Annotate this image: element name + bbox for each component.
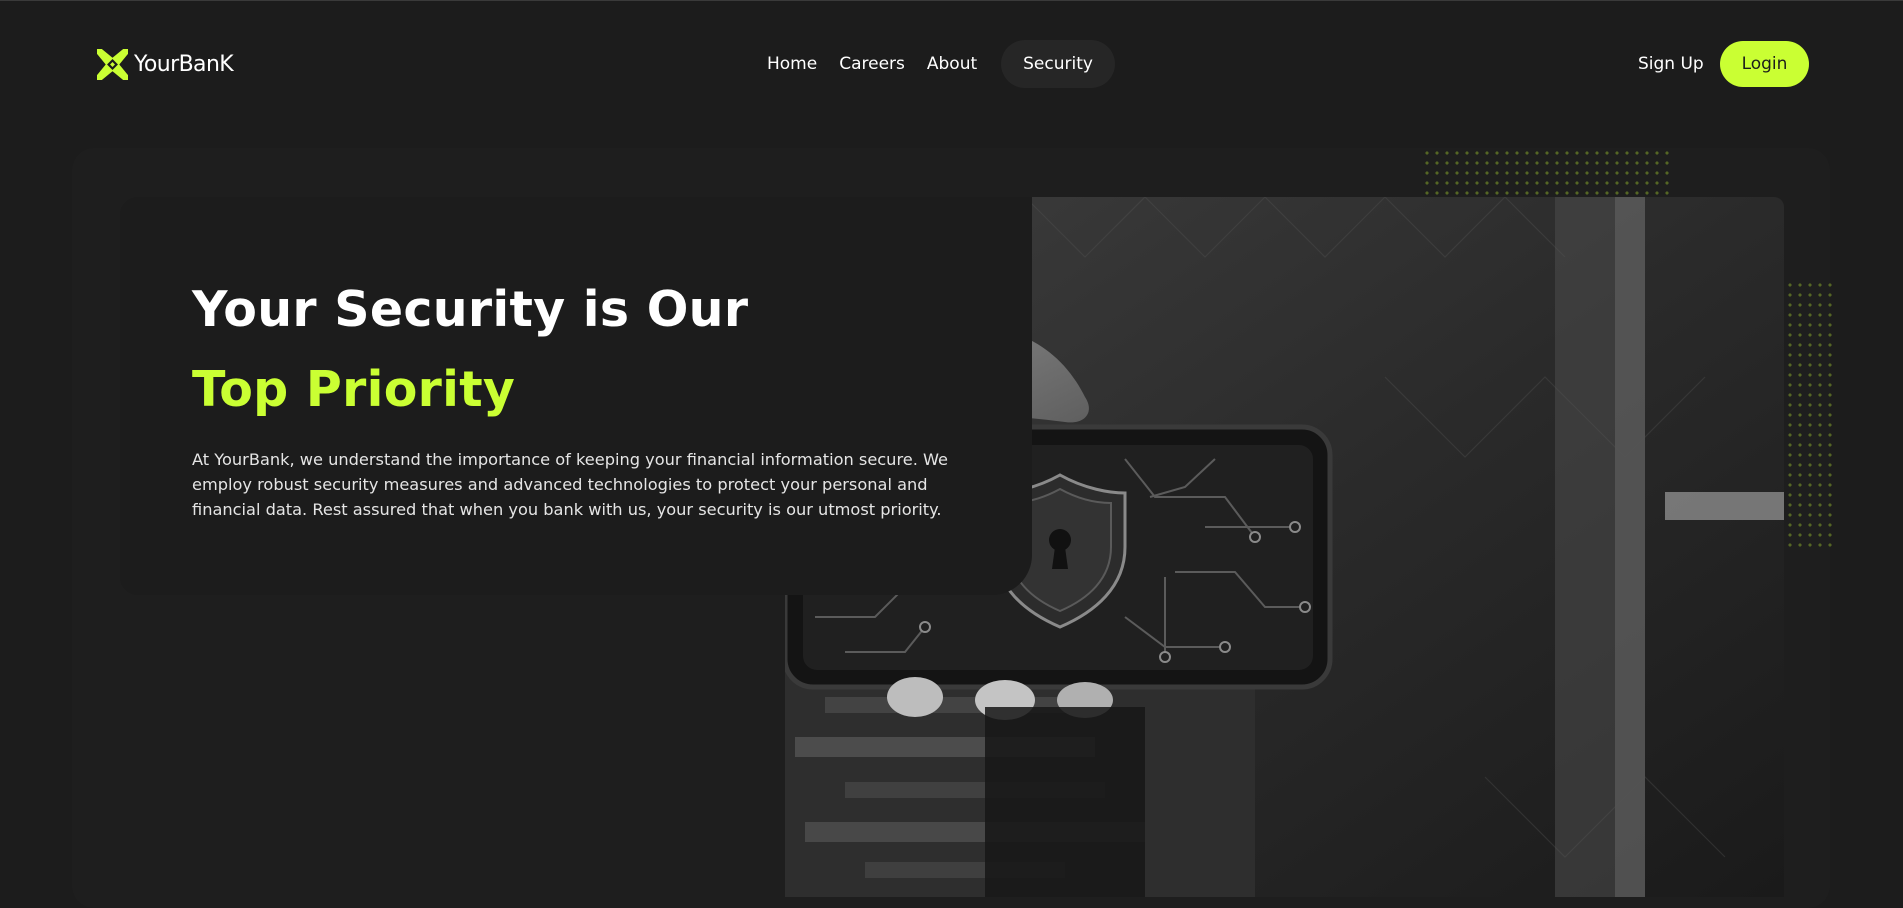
nav-item-home[interactable]: Home (756, 40, 828, 88)
nav-item-about[interactable]: About (916, 40, 988, 88)
hero-title-highlight: Top Priority (192, 361, 516, 418)
nav-item-careers[interactable]: Careers (828, 40, 916, 88)
decorative-dot-pattern-right (1785, 280, 1835, 550)
login-button[interactable]: Login (1720, 41, 1809, 87)
decorative-dot-pattern-top (1422, 148, 1672, 196)
brand-logo[interactable]: YourBanK (97, 48, 234, 80)
hero-description: At YourBank, we understand the importanc… (192, 450, 949, 519)
site-header: YourBanK Home Careers About Security Sig… (0, 0, 1903, 120)
brand-logo-icon (97, 48, 128, 80)
main-nav: Home Careers About Security (756, 40, 1115, 88)
hero-title-line1: Your Security is Our (192, 281, 749, 338)
nav-item-security[interactable]: Security (1001, 40, 1115, 88)
sign-up-link[interactable]: Sign Up (1638, 50, 1704, 78)
brand-name: YourBanK (134, 51, 234, 77)
hero-title: Your Security is Our Top Priority (192, 275, 748, 425)
